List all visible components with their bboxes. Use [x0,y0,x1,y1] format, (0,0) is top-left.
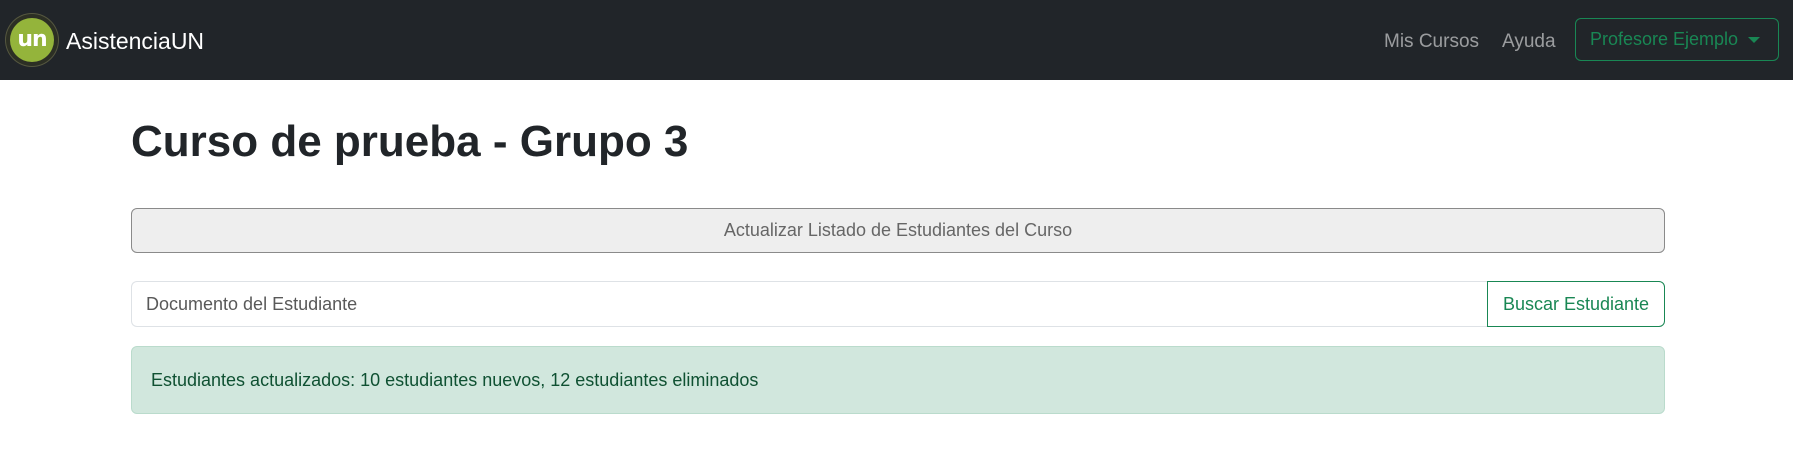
student-document-input[interactable] [131,281,1488,327]
nav-link-ayuda[interactable]: Ayuda [1502,30,1556,54]
navbar: un AsistenciaUN Mis Cursos Ayuda Profeso… [0,0,1793,80]
user-menu-label: Profesore Ejemplo [1590,29,1739,49]
page-title: Curso de prueba - Grupo 3 [131,117,689,166]
user-menu-button[interactable]: Profesore Ejemplo [1575,18,1779,61]
nav-link-mis-cursos[interactable]: Mis Cursos [1384,30,1479,54]
brand-name[interactable]: AsistenciaUN [66,27,204,55]
search-student-button[interactable]: Buscar Estudiante [1487,281,1665,327]
success-alert: Estudiantes actualizados: 10 estudiantes… [131,346,1665,414]
caret-down-icon [1748,36,1761,43]
logo-text: un [17,26,47,52]
update-students-button[interactable]: Actualizar Listado de Estudiantes del Cu… [131,208,1665,253]
un-logo-icon[interactable]: un [10,18,54,62]
